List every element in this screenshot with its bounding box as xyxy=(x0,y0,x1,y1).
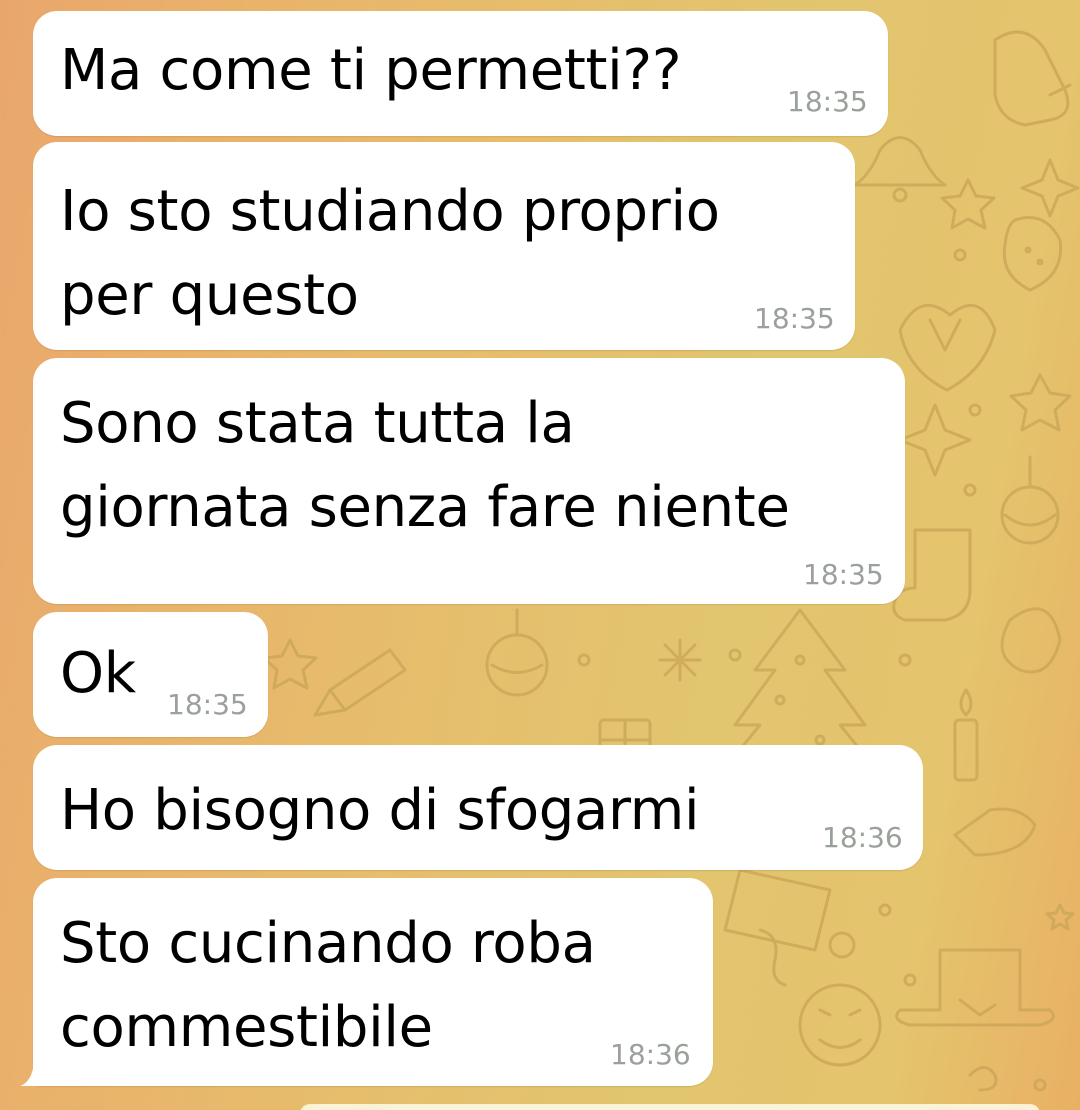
star-icon xyxy=(1009,373,1072,432)
bell-icon xyxy=(853,136,947,203)
star-icon xyxy=(940,178,996,230)
strawberry-icon xyxy=(1002,216,1063,292)
message-bubble[interactable]: Ma come ti permetti?? 18:35 xyxy=(33,11,888,136)
ribbon-icon xyxy=(1000,607,1062,674)
crayon-icon xyxy=(313,648,407,717)
mitten-icon xyxy=(993,30,1072,127)
message-bubble[interactable]: Ok 18:35 xyxy=(33,612,268,737)
message-bubble[interactable]: Sto cucinando roba commestibile 18:36 xyxy=(33,878,713,1086)
message-bubble[interactable]: Sono stata tutta la giornata senza fare … xyxy=(33,358,905,604)
star-icon xyxy=(262,638,318,690)
message-text: Ho bisogno di sfogarmi xyxy=(60,778,700,843)
top-hat-icon xyxy=(895,948,1055,1027)
swirl-icon xyxy=(758,928,856,987)
heart-box-icon xyxy=(898,304,997,392)
message-time: 18:35 xyxy=(803,558,884,591)
star-icon xyxy=(1045,903,1075,931)
message-time: 18:35 xyxy=(754,302,835,335)
message-text: Sono stata tutta la giornata senza fare … xyxy=(60,391,790,540)
message-text: Io sto studiando proprio per questo xyxy=(60,179,720,328)
snowflake-icon xyxy=(658,638,702,682)
ornament-icon xyxy=(485,608,549,697)
swirl-icon xyxy=(968,1066,998,1092)
message-text: Ok xyxy=(60,641,136,706)
sparkle-icon xyxy=(1020,158,1080,218)
sparkle-icon xyxy=(898,403,972,477)
message-time: 18:35 xyxy=(167,688,248,721)
candle-icon xyxy=(953,688,979,782)
message-bubble[interactable]: Io sto studiando proprio per questo 18:3… xyxy=(33,142,855,350)
message-time: 18:36 xyxy=(822,821,903,854)
envelope-icon xyxy=(723,868,832,952)
message-bubble[interactable]: Ho bisogno di sfogarmi 18:36 xyxy=(33,745,923,870)
ornament-icon xyxy=(1000,455,1060,545)
message-text: Ma come ti permetti?? xyxy=(60,38,682,103)
skate-icon xyxy=(953,807,1037,857)
message-text: Sto cucinando roba commestibile xyxy=(60,911,596,1060)
smiley-face-icon xyxy=(798,983,882,1067)
message-time: 18:36 xyxy=(610,1038,691,1071)
message-time: 18:35 xyxy=(787,85,868,118)
bubble-tail xyxy=(20,1062,46,1086)
stocking-icon xyxy=(892,528,972,622)
next-message-edge xyxy=(300,1104,1040,1110)
